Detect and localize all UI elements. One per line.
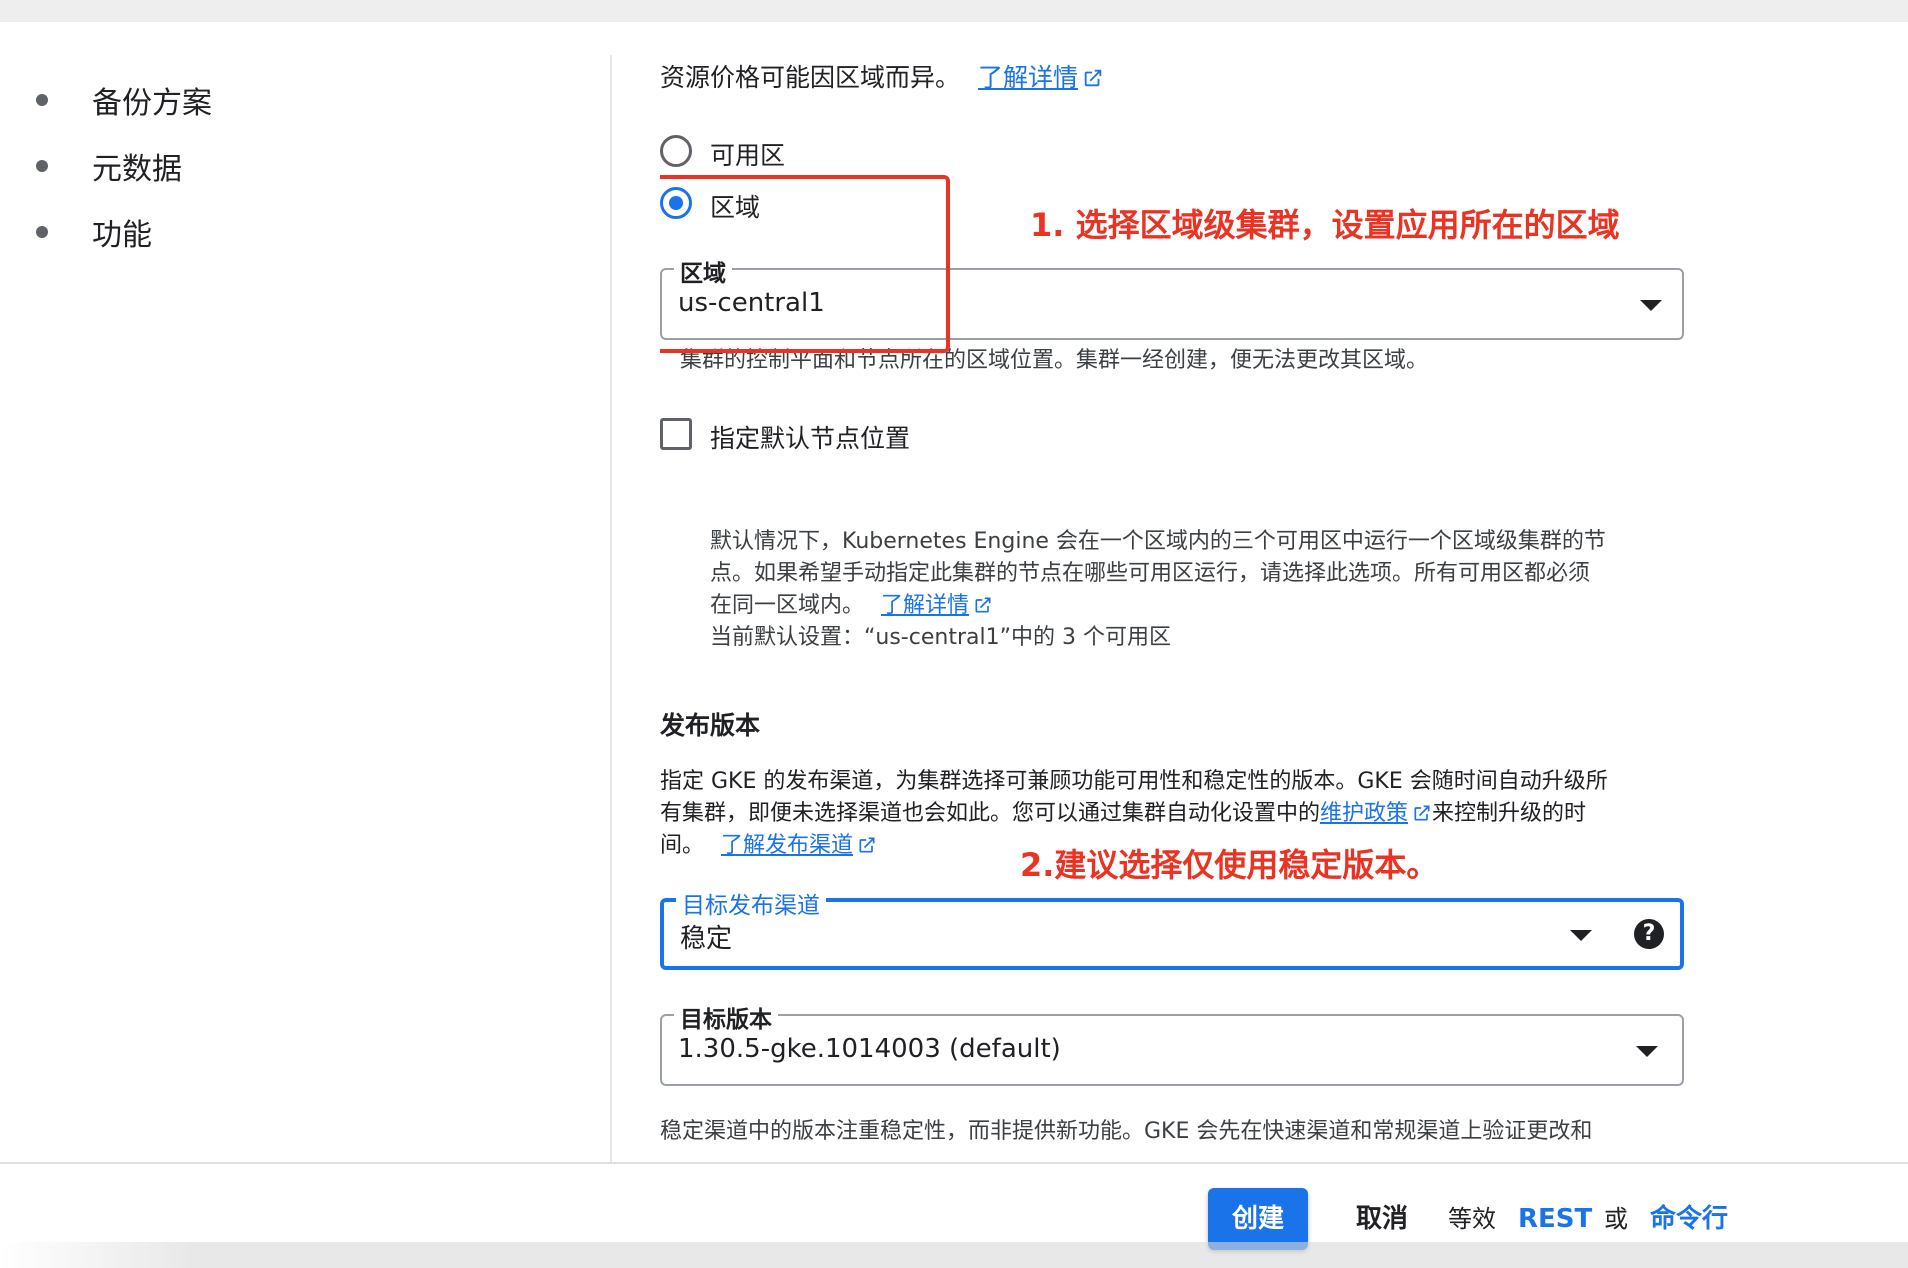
default-node-locations-checkbox[interactable] [660,418,692,450]
desc-line: 默认情况下，Kubernetes Engine 会在一个区域内的三个可用区中运行… [710,529,1606,554]
annotation-highlight-box [660,175,950,353]
target-version-label: 目标版本 [674,1000,778,1034]
desc-line: 指定 GKE 的发布渠道，为集群选择可兼顾功能可用性和稳定性的版本。GKE 会随… [660,769,1608,794]
nav-item-backup[interactable]: 备份方案 [36,80,212,121]
learn-more-link[interactable]: 了解详情 [881,593,969,618]
current-default-text: 当前默认设置：“us-central1”中的 3 个可用区 [710,625,1171,650]
nav-item-label: 备份方案 [92,86,212,121]
learn-more-link[interactable]: 了解详情 [978,63,1078,92]
bullet-icon [36,94,48,106]
external-link-icon [1084,69,1102,87]
nav-divider [610,55,612,1162]
action-bar: 创建 取消 等效 REST 或 命令行 [0,1162,1908,1268]
target-version-select[interactable]: 目标版本 1.30.5-gke.1014003 (default) [660,1000,1684,1086]
desc-line: 点。如果希望手动指定此集群的节点在哪些可用区运行，请选择此选项。所有可用区都必须 [710,561,1591,586]
desc-line: 在同一区域内。 [710,593,865,618]
help-icon[interactable]: ? [1634,919,1664,949]
create-button[interactable]: 创建 [1208,1188,1308,1250]
target-version-value: 1.30.5-gke.1014003 (default) [678,1034,1061,1064]
pricing-note-text: 资源价格可能因区域而异。 [660,63,961,92]
bullet-icon [36,160,48,172]
annotation-note-1: 1. 选择区域级集群，设置应用所在的区域 [1030,206,1620,244]
or-label: 或 [1604,1205,1628,1233]
nav-item-features[interactable]: 功能 [36,212,152,253]
bullet-icon [36,226,48,238]
chevron-down-icon [1640,300,1662,311]
maintenance-policy-link[interactable]: 维护政策 [1320,801,1408,826]
release-channels-link[interactable]: 了解发布渠道 [721,833,853,858]
external-link-icon [859,837,875,853]
zonal-radio[interactable] [660,135,692,167]
rest-link[interactable]: REST [1518,1188,1592,1250]
nav-item-label: 元数据 [92,152,182,187]
external-link-icon [975,597,991,613]
default-node-locations-label: 指定默认节点位置 [710,424,911,453]
command-line-link[interactable]: 命令行 [1650,1188,1728,1250]
external-link-icon [1414,805,1430,821]
annotation-note-2: 2.建议选择仅使用稳定版本。 [1020,846,1439,884]
desc-line: 间。 [660,833,705,858]
main-content: 资源价格可能因区域而异。 了解详情 可用区 区域 区域 us-central1 … [660,0,1900,1162]
pricing-note: 资源价格可能因区域而异。 了解详情 [660,58,1104,94]
zonal-radio-label: 可用区 [710,141,786,170]
release-channel-label: 目标发布渠道 [676,886,826,920]
desc-line: 有集群，即便未选择渠道也会如此。您可以通过集群自动化设置中的 [660,801,1321,826]
chevron-down-icon [1570,930,1592,941]
stable-channel-description: 稳定渠道中的版本注重稳定性，而非提供新功能。GKE 会先在快速渠道和常规渠道上验… [660,1119,1593,1144]
nav-item-metadata[interactable]: 元数据 [36,146,182,187]
chevron-down-icon [1636,1046,1658,1057]
release-heading: 发布版本 [660,711,761,740]
cancel-button[interactable]: 取消 [1356,1188,1408,1250]
equivalent-label: 等效 [1448,1205,1496,1233]
release-channel-select[interactable]: 目标发布渠道 稳定 ? [660,886,1684,970]
nav-item-label: 功能 [92,218,152,253]
desc-line: 来控制升级的时 [1432,801,1587,826]
default-nodes-description: 默认情况下，Kubernetes Engine 会在一个区域内的三个可用区中运行… [710,526,1710,654]
release-channel-value: 稳定 [680,924,733,954]
left-nav: 备份方案 元数据 功能 [0,22,610,1162]
